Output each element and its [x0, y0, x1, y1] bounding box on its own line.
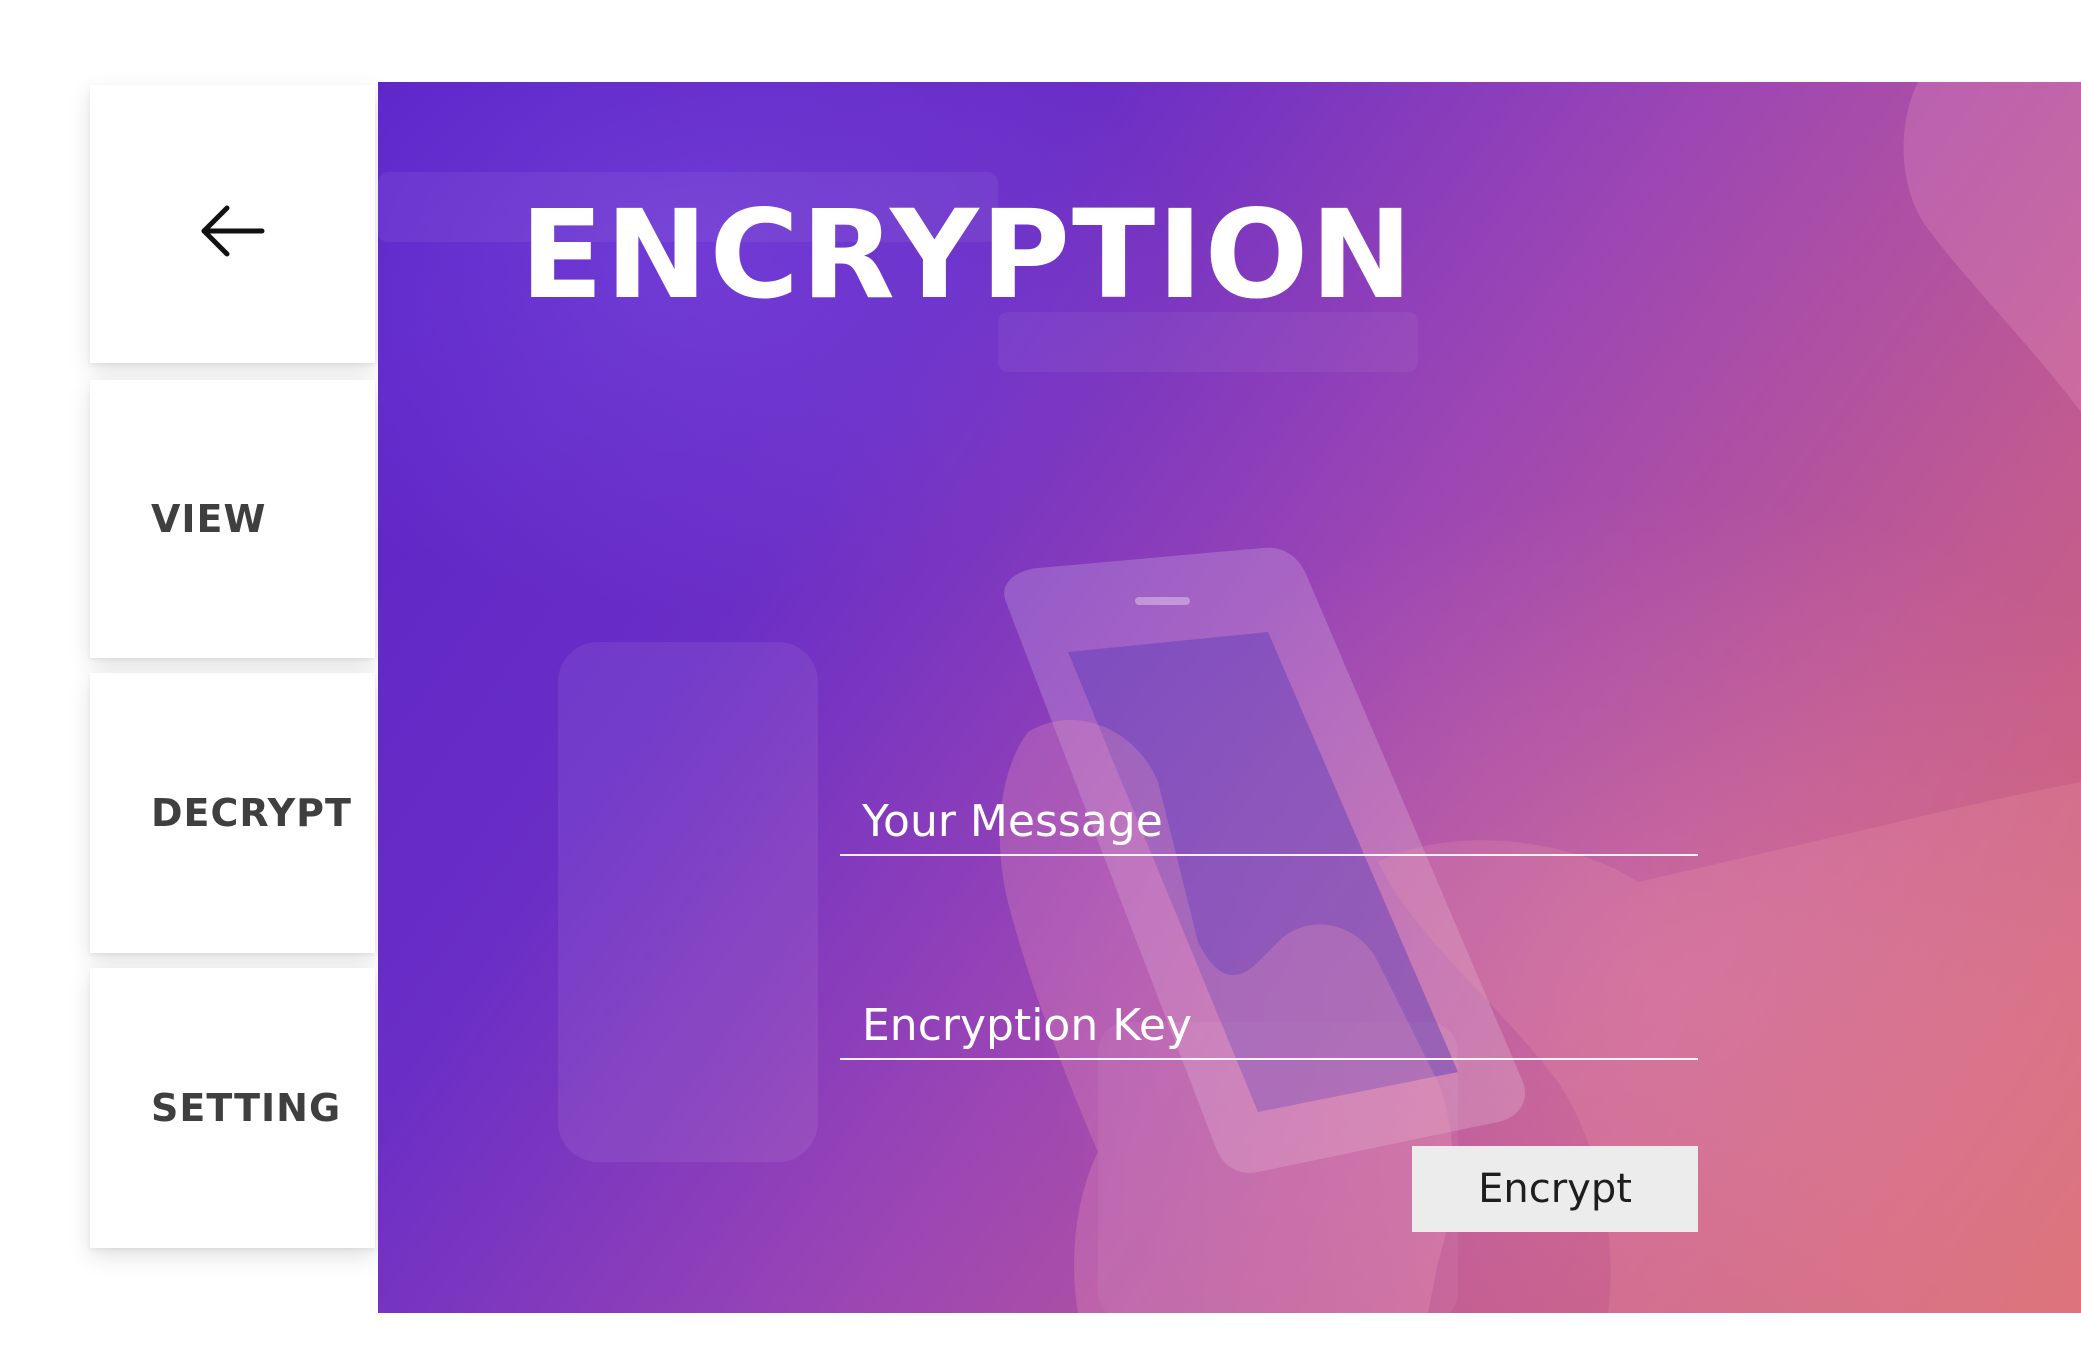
sidebar-item-setting[interactable]: SETTING [90, 968, 375, 1248]
encryption-key-field[interactable] [840, 992, 1698, 1060]
encryption-key-input[interactable] [840, 992, 1698, 1058]
encrypt-button[interactable]: Encrypt [1412, 1146, 1698, 1232]
sidebar-item-label: SETTING [151, 1086, 342, 1130]
encryption-panel: ENCRYPTION Encrypt [378, 82, 2081, 1313]
sidebar-item-label: DECRYPT [151, 791, 352, 835]
arrow-left-icon[interactable] [200, 201, 266, 261]
sidebar-item-decrypt[interactable]: DECRYPT [90, 673, 375, 953]
message-field[interactable] [840, 788, 1698, 856]
page-title: ENCRYPTION [520, 184, 1415, 326]
message-input[interactable] [840, 788, 1698, 854]
sidebar-item-label: VIEW [151, 497, 267, 541]
sidebar-item-view[interactable]: VIEW [90, 380, 375, 658]
